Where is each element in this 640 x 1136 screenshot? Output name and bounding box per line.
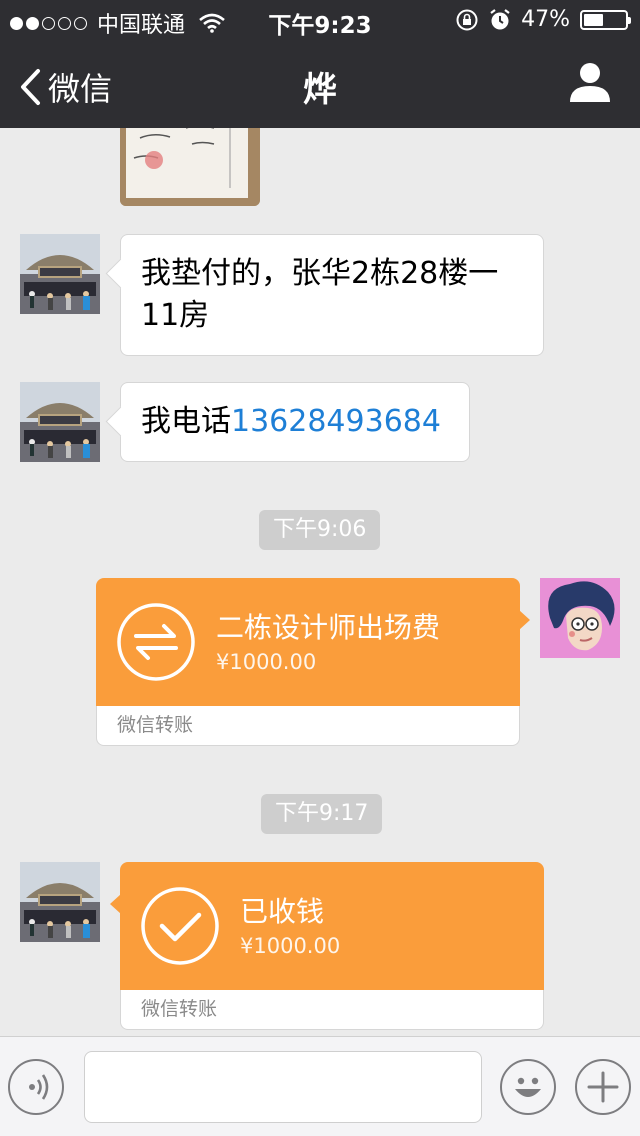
transfer-title: 二栋设计师出场费 — [216, 611, 441, 644]
input-bar — [0, 1036, 640, 1136]
chat-area[interactable]: 我垫付的，张华2栋28楼一11房 我电话13628493684 下午9:06 二… — [0, 128, 640, 1036]
transfer-card-sent[interactable]: 二栋设计师出场费 ¥1000.00 微信转账 — [96, 578, 530, 746]
transfer-title: 已收钱 — [240, 895, 325, 928]
message-text: 我垫付的，张华2栋28楼一11房 — [141, 256, 499, 333]
lock-rotation-icon — [456, 9, 478, 30]
phone-number-link[interactable]: 13628493684 — [231, 404, 441, 439]
message-text: 我电话 — [141, 404, 231, 439]
profile-icon[interactable] — [568, 60, 612, 104]
battery-percent: 47% — [521, 7, 570, 32]
plus-icon — [587, 1071, 619, 1103]
emoji-icon — [515, 1077, 541, 1097]
transfer-footer: 微信转账 — [120, 990, 544, 1030]
message-input[interactable] — [84, 1051, 482, 1123]
transfer-arrows-icon — [117, 603, 195, 681]
top-bar: 中国联通 下午9:23 47% 微信 烨 — [0, 0, 640, 128]
voice-button[interactable] — [8, 1059, 64, 1115]
nav-bar: 微信 烨 — [0, 40, 640, 128]
cartoon-avatar — [540, 578, 620, 658]
transfer-footer: 微信转账 — [96, 706, 520, 746]
bubble-tail — [519, 610, 530, 630]
image-message[interactable] — [120, 128, 260, 206]
contact-avatar[interactable] — [20, 234, 100, 314]
my-avatar[interactable] — [540, 578, 620, 658]
contact-avatar[interactable] — [20, 382, 100, 462]
building-photo — [20, 862, 100, 942]
status-bar: 中国联通 下午9:23 47% — [0, 0, 640, 40]
timestamp: 下午9:17 — [261, 794, 383, 834]
battery-fill — [584, 13, 603, 26]
building-photo — [20, 382, 100, 462]
contact-avatar[interactable] — [20, 862, 100, 942]
battery-icon — [580, 9, 631, 30]
transfer-amount: ¥1000.00 — [240, 934, 341, 958]
transfer-amount: ¥1000.00 — [216, 650, 317, 674]
checkmark-icon — [141, 887, 219, 965]
transfer-card-body: 二栋设计师出场费 ¥1000.00 — [96, 578, 520, 706]
status-right: 47% — [455, 7, 631, 32]
transfer-card-body: 已收钱 ¥1000.00 — [120, 862, 544, 990]
alarm-icon — [490, 8, 510, 29]
message-bubble[interactable]: 我垫付的，张华2栋28楼一11房 — [120, 234, 544, 356]
chat-title: 烨 — [303, 70, 337, 110]
handwritten-note-photo — [120, 128, 260, 206]
transfer-card-received[interactable]: 已收钱 ¥1000.00 微信转账 — [110, 862, 544, 1030]
timestamp: 下午9:06 — [259, 510, 381, 550]
more-button[interactable] — [575, 1059, 631, 1115]
message-bubble[interactable]: 我电话13628493684 — [120, 382, 470, 462]
voice-icon — [29, 1074, 49, 1100]
building-photo — [20, 234, 100, 314]
emoji-button[interactable] — [500, 1059, 556, 1115]
bubble-tail — [110, 894, 121, 914]
